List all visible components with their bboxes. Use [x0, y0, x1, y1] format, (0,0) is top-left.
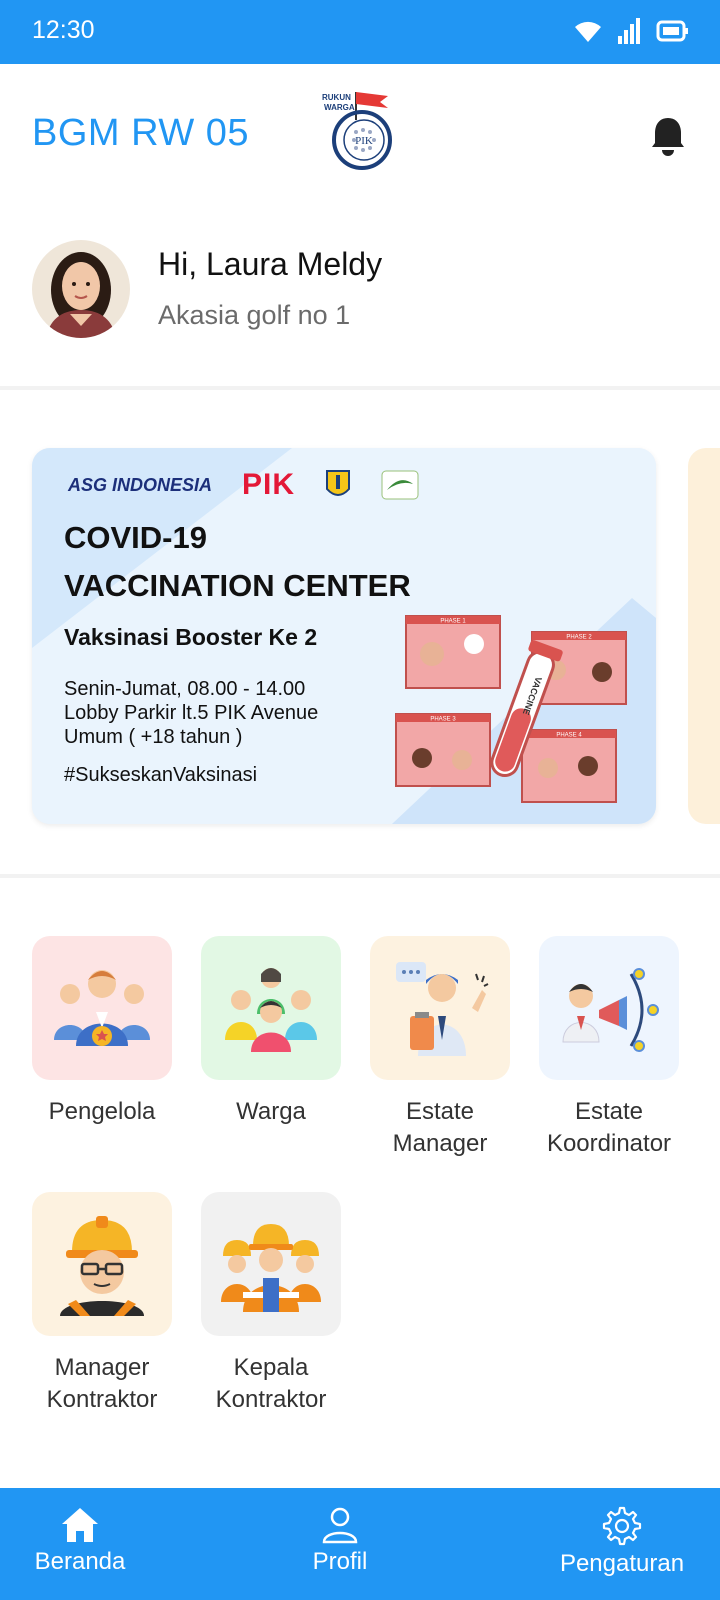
- banner-audience: Umum ( +18 tahun ): [64, 726, 243, 748]
- tile-background: [32, 1192, 172, 1336]
- status-time: 12:30: [32, 16, 95, 44]
- address-text: Akasia golf no 1: [158, 300, 351, 330]
- wifi-icon: [575, 21, 601, 42]
- asg-logo: ASG INDONESIA: [68, 474, 213, 495]
- gear-icon: [602, 1506, 642, 1546]
- estate-koordinator-icon: [562, 968, 659, 1052]
- nav-label-beranda: Beranda: [34, 1548, 126, 1575]
- banner-hashtag: #SukseskanVaksinasi: [64, 764, 258, 786]
- divider: [0, 874, 720, 878]
- svg-text:PHASE 2: PHASE 2: [566, 635, 592, 641]
- greeting-text: Hi, Laura Meldy: [158, 246, 383, 282]
- logo-center-text: PIK: [355, 135, 373, 147]
- pik-logo: PIK: [242, 468, 296, 501]
- vaccination-banner[interactable]: ASG INDONESIA PIK COVID-19 VACCINATION C…: [32, 448, 656, 824]
- banner-location: Lobby Parkir lt.5 PIK Avenue: [64, 702, 319, 724]
- nav-label-profil: Profil: [312, 1548, 368, 1575]
- banner-schedule: Senin-Jumat, 08.00 - 14.00: [64, 678, 306, 700]
- banner-logos: ASG INDONESIA PIK: [68, 468, 419, 502]
- avatar[interactable]: [32, 240, 130, 338]
- pengelola-icon: [54, 970, 150, 1046]
- warga-icon: [225, 968, 317, 1052]
- menu-warga[interactable]: Warga: [191, 936, 351, 1128]
- nav-pengaturan[interactable]: Pengaturan: [550, 1488, 694, 1600]
- svg-text:PHASE 4: PHASE 4: [556, 733, 582, 739]
- logo-top-text: RUKUN: [322, 93, 351, 102]
- signal-icon: [618, 18, 640, 44]
- menu-label: Kepala Kontraktor: [215, 1354, 327, 1413]
- app-title: BGM RW 05: [32, 112, 250, 154]
- rw-logo: PIK RUKUN WARGA: [322, 92, 392, 170]
- estate-manager-icon: [396, 962, 489, 1056]
- menu-pengelola[interactable]: Pengelola: [22, 936, 182, 1128]
- tile-background: [201, 1192, 341, 1336]
- jakarta-emblem-icon: [326, 470, 351, 496]
- tile-background: [539, 936, 679, 1080]
- menu-label: Manager Kontraktor: [46, 1354, 158, 1413]
- partner-logo-icon: [381, 470, 419, 500]
- battery-icon: [656, 20, 688, 42]
- divider: [0, 386, 720, 390]
- kepala-kontraktor-icon: [221, 1224, 321, 1312]
- menu-manager-kontraktor[interactable]: Manager Kontraktor: [22, 1192, 182, 1416]
- svg-text:PHASE 1: PHASE 1: [440, 619, 466, 625]
- notification-bell-icon[interactable]: [650, 116, 686, 156]
- home-icon: [62, 1508, 98, 1542]
- menu-label: Estate Koordinator: [546, 1098, 672, 1157]
- logo-mid-text: WARGA: [324, 103, 355, 112]
- menu-label: Warga: [236, 1098, 306, 1125]
- nav-beranda[interactable]: Beranda: [20, 1488, 140, 1600]
- manager-kontraktor-icon: [60, 1216, 144, 1316]
- profile-icon: [322, 1507, 358, 1544]
- menu-label: Pengelola: [48, 1098, 156, 1125]
- menu-estate-koordinator[interactable]: Estate Koordinator: [529, 936, 689, 1160]
- tile-background: [32, 936, 172, 1080]
- profile-section: Hi, Laura Meldy Akasia golf no 1: [0, 230, 720, 380]
- menu-label: Estate Manager: [392, 1098, 488, 1157]
- tile-background: [201, 936, 341, 1080]
- tile-background: [370, 936, 510, 1080]
- nav-profil[interactable]: Profil: [290, 1488, 390, 1600]
- next-banner-peek[interactable]: [688, 448, 720, 824]
- status-bar: 12:30: [0, 0, 720, 64]
- nav-label-pengaturan: Pengaturan: [559, 1550, 685, 1577]
- banner-title-line1: COVID-19: [64, 520, 207, 555]
- svg-text:PHASE 3: PHASE 3: [430, 717, 456, 723]
- bottom-nav: Beranda Profil Pengaturan: [0, 1488, 720, 1600]
- banner-title-line2: VACCINATION CENTER: [64, 568, 411, 603]
- banner-subtitle: Vaksinasi Booster Ke 2: [64, 624, 318, 650]
- app-header: BGM RW 05 PIK RUKUN WARGA: [0, 64, 720, 214]
- menu-kepala-kontraktor[interactable]: Kepala Kontraktor: [191, 1192, 351, 1416]
- menu-estate-manager[interactable]: Estate Manager: [360, 936, 520, 1160]
- vaccination-phases-illustration: PHASE 1 PHASE 2 PHASE 3 PHASE 4 VACCINE: [395, 615, 627, 803]
- status-icons: [572, 18, 690, 44]
